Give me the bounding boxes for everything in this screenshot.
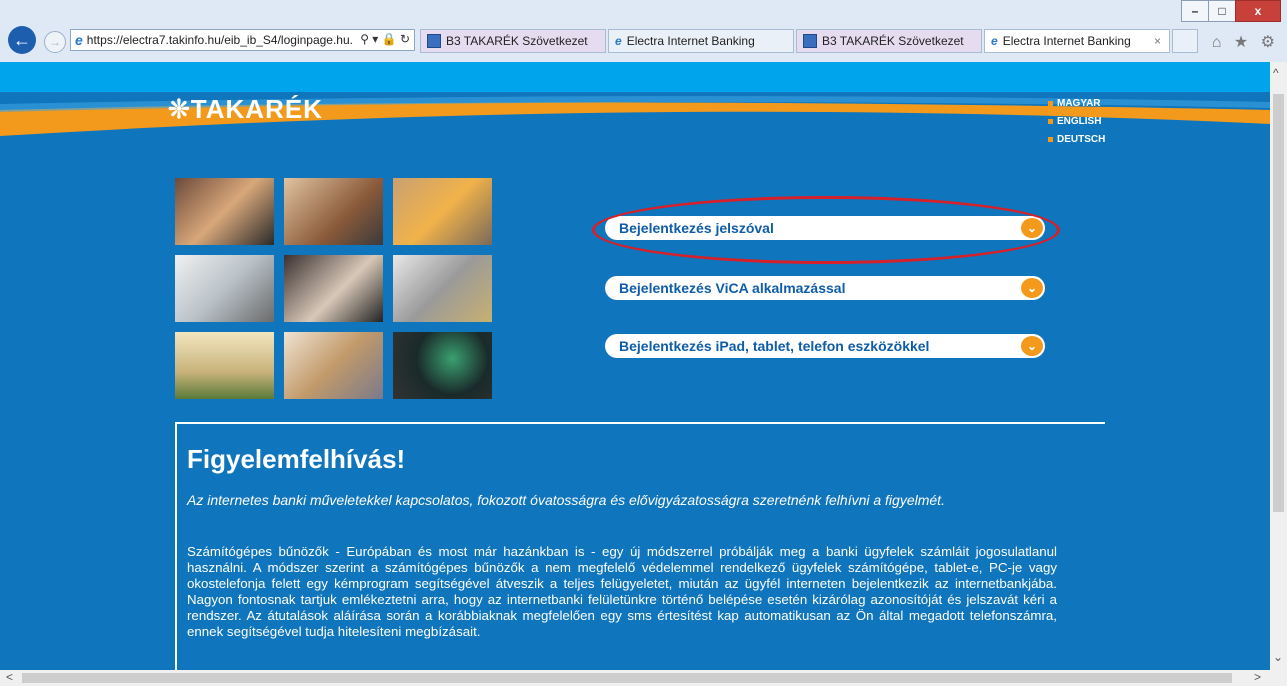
tab-electra-active[interactable]: e Electra Internet Banking × <box>984 29 1170 53</box>
close-window-button[interactable]: x <box>1235 0 1281 22</box>
login-devices-label: Bejelentkezés iPad, tablet, telefon eszk… <box>619 338 930 354</box>
photo-woman-laptop <box>284 255 383 322</box>
ie-page-icon: e <box>991 34 998 48</box>
address-tools[interactable]: ⚲ ▾ 🔒 ↻ <box>356 32 410 46</box>
notice-body: Számítógépes bűnözők - Európában és most… <box>187 544 1057 639</box>
notice-lead: Az internetes banki műveletekkel kapcsol… <box>187 492 945 508</box>
tab-b3-takarek-2[interactable]: B3 TAKARÉK Szövetkezet <box>796 29 982 53</box>
scrollbar-corner <box>1270 670 1287 686</box>
lang-english[interactable]: ENGLISH <box>1048 116 1101 127</box>
notice-title: Figyelemfelhívás! <box>187 444 406 474</box>
forward-button[interactable]: → <box>44 31 66 53</box>
chevron-down-icon: ⌄ <box>1021 278 1043 298</box>
photo-man-window <box>175 255 274 322</box>
login-devices-button[interactable]: Bejelentkezés iPad, tablet, telefon eszk… <box>605 334 1045 358</box>
b3-logo-icon <box>803 34 817 48</box>
browser-chrome: – □ x ← → e https://electra7.takinfo.hu/… <box>0 0 1287 62</box>
scroll-left-icon[interactable]: < <box>6 670 13 684</box>
b3-logo-icon <box>427 34 441 48</box>
photo-dog-laptop <box>284 178 383 245</box>
highlight-oval <box>592 196 1060 264</box>
photo-grid <box>175 178 492 399</box>
chevron-down-icon: ⌄ <box>1021 336 1043 356</box>
bullet-square-icon <box>1048 118 1053 124</box>
address-bar[interactable]: e https://electra7.takinfo.hu/eib_ib_S4/… <box>70 29 415 51</box>
tab-label: B3 TAKARÉK Szövetkezet <box>446 34 588 48</box>
scroll-right-icon[interactable]: > <box>1254 670 1261 684</box>
tab-label: Electra Internet Banking <box>1002 34 1131 48</box>
bullet-square-icon <box>1048 136 1053 142</box>
photo-tablet <box>175 178 274 245</box>
login-vica-button[interactable]: Bejelentkezés ViCA alkalmazással ⌄ <box>605 276 1045 300</box>
new-tab-button[interactable] <box>1172 29 1198 53</box>
scroll-thumb[interactable] <box>1273 94 1284 512</box>
ie-page-icon: e <box>75 32 83 48</box>
arrow-left-icon: ← <box>13 29 31 50</box>
window-controls: – □ x <box>1181 0 1281 22</box>
photo-virus <box>393 332 492 399</box>
navigation-bar: ← → e https://electra7.takinfo.hu/eib_ib… <box>0 26 1287 56</box>
lang-deutsch[interactable]: DEUTSCH <box>1048 134 1105 145</box>
scroll-up-icon[interactable]: ^ <box>1273 66 1279 80</box>
scroll-down-icon[interactable]: ⌄ <box>1273 650 1283 664</box>
tab-label: Electra Internet Banking <box>626 34 755 48</box>
minimize-button[interactable]: – <box>1181 0 1209 22</box>
tab-b3-takarek-1[interactable]: B3 TAKARÉK Szövetkezet <box>420 29 606 53</box>
scroll-thumb[interactable] <box>22 673 1232 683</box>
lang-magyar[interactable]: MAGYAR <box>1048 98 1101 109</box>
tab-electra-1[interactable]: e Electra Internet Banking <box>608 29 794 53</box>
tab-label: B3 TAKARÉK Szövetkezet <box>822 34 964 48</box>
photo-padlock-keyboard <box>393 255 492 322</box>
login-vica-label: Bejelentkezés ViCA alkalmazással <box>619 280 846 296</box>
photo-couple-phone <box>393 178 492 245</box>
warning-notice: Figyelemfelhívás! Az internetes banki mű… <box>175 422 1105 670</box>
close-tab-icon[interactable]: × <box>1154 34 1161 48</box>
horizontal-scrollbar[interactable]: < > <box>0 670 1270 686</box>
bullet-square-icon <box>1048 100 1053 106</box>
ie-page-icon: e <box>615 34 622 48</box>
back-button[interactable]: ← <box>8 26 36 54</box>
page-top-band <box>0 62 1270 92</box>
maximize-button[interactable]: □ <box>1208 0 1236 22</box>
address-text: https://electra7.takinfo.hu/eib_ib_S4/lo… <box>86 33 353 47</box>
vertical-scrollbar[interactable]: ^ ⌄ <box>1270 62 1287 670</box>
photo-yoga-beach <box>175 332 274 399</box>
arrow-right-icon: → <box>49 35 61 49</box>
page-content: ❊TAKARÉK MAGYAR ENGLISH DEUTSCH Bejelent… <box>0 92 1270 670</box>
toolbar-icons[interactable]: ⌂ ★ ⚙ <box>1212 32 1279 52</box>
photo-card-payment <box>284 332 383 399</box>
takarek-logo: ❊TAKARÉK <box>168 94 323 124</box>
